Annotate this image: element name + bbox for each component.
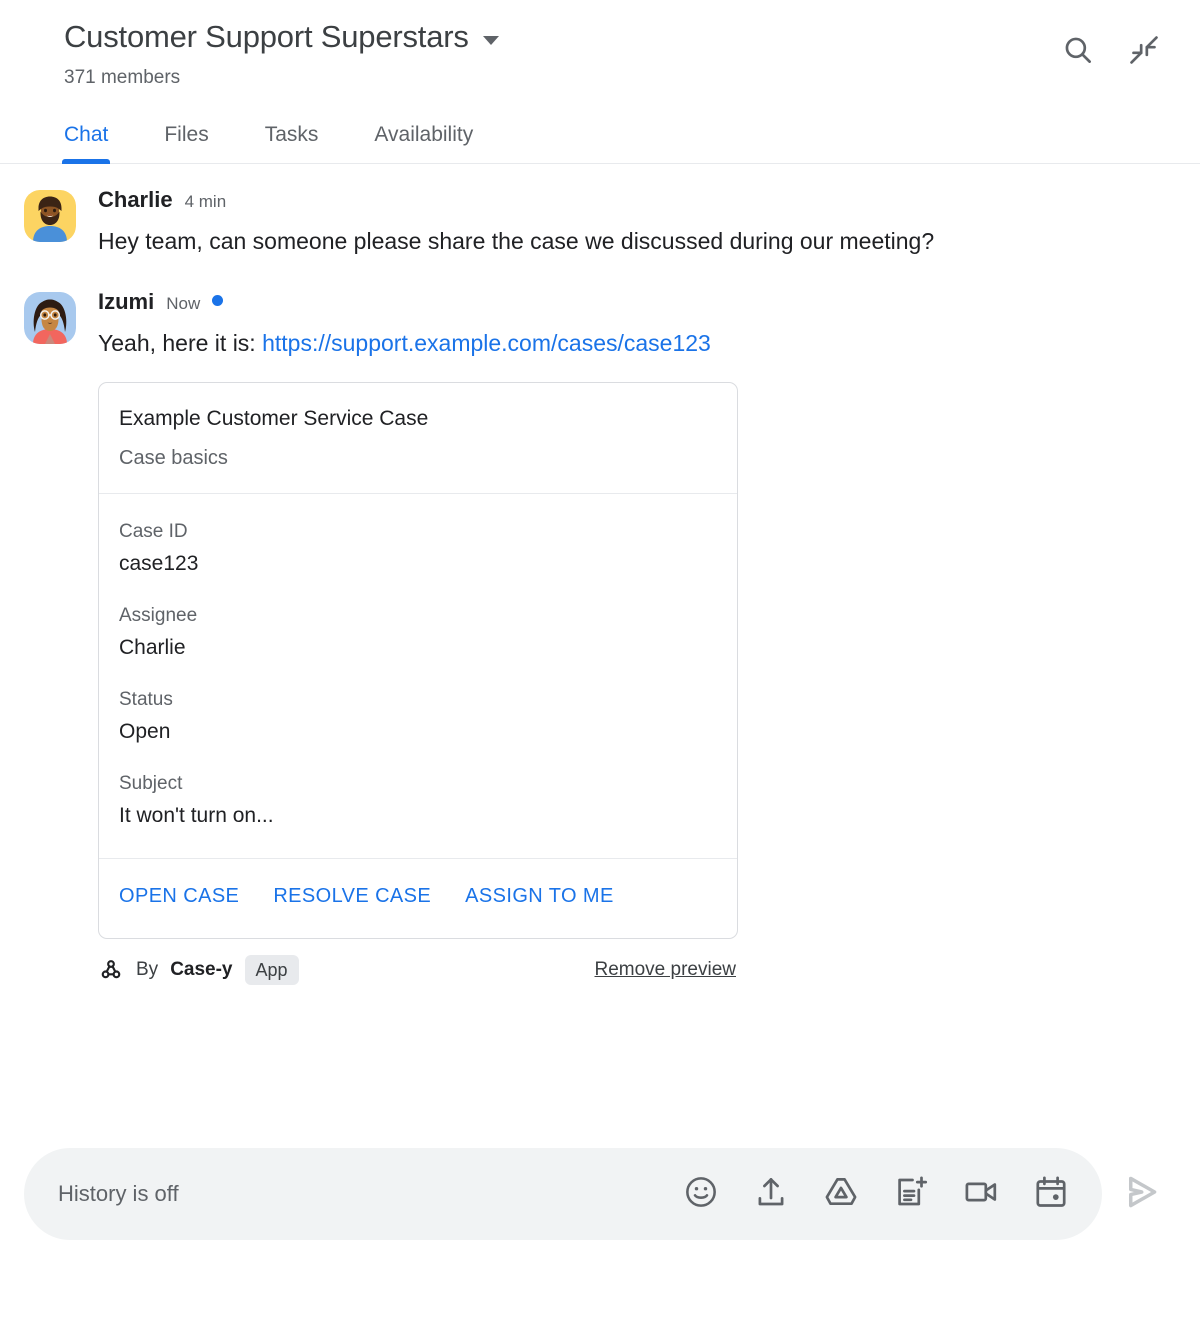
field-case-id: Case ID case123 bbox=[119, 520, 717, 578]
field-label: Subject bbox=[119, 773, 183, 794]
izumi-avatar[interactable] bbox=[24, 292, 76, 344]
chevron-down-icon[interactable] bbox=[482, 35, 499, 45]
tab-tasks[interactable]: Tasks bbox=[237, 123, 347, 163]
remove-preview-link[interactable]: Remove preview bbox=[595, 959, 737, 981]
byline-prefix: By bbox=[136, 959, 159, 980]
field-assignee: Assignee Charlie bbox=[119, 604, 717, 662]
tab-files[interactable]: Files bbox=[136, 123, 236, 163]
app-badge: App bbox=[244, 955, 299, 985]
field-label: Status bbox=[119, 689, 173, 710]
card-actions: OPEN CASE RESOLVE CASE ASSIGN TO ME bbox=[99, 859, 737, 938]
video-icon bbox=[963, 1174, 999, 1215]
app-name: Case-y bbox=[170, 959, 233, 980]
collapse-button[interactable] bbox=[1126, 32, 1162, 68]
send-button[interactable] bbox=[1108, 1161, 1174, 1227]
field-label: Case ID bbox=[119, 521, 188, 542]
new-doc-button[interactable] bbox=[890, 1173, 932, 1215]
header-actions bbox=[1060, 18, 1176, 68]
card-header: Example Customer Service Case Case basic… bbox=[99, 383, 737, 494]
message-author[interactable]: Izumi bbox=[98, 288, 154, 316]
tab-chat[interactable]: Chat bbox=[36, 123, 136, 164]
member-count: 371 members bbox=[64, 67, 181, 88]
send-icon bbox=[1119, 1170, 1163, 1219]
message-text: Hey team, can someone please share the c… bbox=[98, 228, 935, 254]
message-text-prefix: Yeah, here it is: bbox=[98, 330, 263, 356]
card-subtitle: Case basics bbox=[119, 447, 228, 469]
chat-space-panel: Customer Support Superstars 371 members bbox=[0, 0, 1200, 1336]
message-author[interactable]: Charlie bbox=[98, 186, 173, 214]
message-text: Yeah, here it is: https://support.exampl… bbox=[98, 322, 998, 364]
case-preview-card: Example Customer Service Case Case basic… bbox=[98, 382, 738, 939]
field-value: Charlie bbox=[119, 636, 186, 659]
message-input-container[interactable]: History is off bbox=[24, 1148, 1102, 1240]
field-value: case123 bbox=[119, 552, 199, 575]
card-title: Example Customer Service Case bbox=[119, 407, 429, 430]
field-value: Open bbox=[119, 720, 171, 743]
case-link[interactable]: https://support.example.com/cases/case12… bbox=[262, 330, 711, 356]
message-item: Izumi Now Yeah, here it is: https://supp… bbox=[24, 288, 1176, 985]
message-timestamp: 4 min bbox=[184, 192, 227, 211]
page-title: Customer Support Superstars bbox=[64, 19, 469, 54]
field-label: Assignee bbox=[119, 605, 198, 626]
drive-button[interactable] bbox=[820, 1173, 862, 1215]
card-footer: By Case-y App Remove preview bbox=[98, 955, 738, 985]
upload-button[interactable] bbox=[750, 1173, 792, 1215]
field-subject: Subject It won't turn on... bbox=[119, 772, 717, 830]
assign-to-me-button[interactable]: ASSIGN TO ME bbox=[465, 885, 614, 908]
upload-icon bbox=[753, 1174, 789, 1215]
drive-icon bbox=[823, 1174, 859, 1215]
emoji-icon bbox=[683, 1174, 719, 1215]
message-item: Charlie 4 min Hey team, can someone plea… bbox=[24, 186, 1176, 262]
tab-availability[interactable]: Availability bbox=[346, 123, 501, 163]
calendar-button[interactable] bbox=[1030, 1173, 1072, 1215]
field-value: It won't turn on... bbox=[119, 804, 274, 827]
collapse-arrows-icon bbox=[1127, 33, 1161, 67]
new-doc-icon bbox=[893, 1174, 929, 1215]
video-button[interactable] bbox=[960, 1173, 1002, 1215]
composer-bar: History is off bbox=[24, 1148, 1200, 1240]
composer-tools bbox=[680, 1173, 1072, 1215]
card-byline: By Case-y App bbox=[98, 955, 299, 985]
resolve-case-button[interactable]: RESOLVE CASE bbox=[273, 885, 431, 908]
webhook-icon bbox=[98, 957, 124, 983]
open-case-button[interactable]: OPEN CASE bbox=[119, 885, 239, 908]
calendar-icon bbox=[1033, 1174, 1069, 1215]
unread-dot-icon bbox=[212, 295, 224, 306]
search-button[interactable] bbox=[1060, 32, 1096, 68]
search-icon bbox=[1061, 33, 1095, 67]
space-tabs: Chat Files Tasks Availability bbox=[0, 112, 1200, 164]
field-status: Status Open bbox=[119, 688, 717, 746]
card-fields: Case ID case123 Assignee Charlie Status … bbox=[99, 494, 737, 859]
space-header: Customer Support Superstars 371 members bbox=[0, 0, 1200, 90]
emoji-button[interactable] bbox=[680, 1173, 722, 1215]
message-list: Charlie 4 min Hey team, can someone plea… bbox=[0, 164, 1200, 985]
charlie-avatar[interactable] bbox=[24, 190, 76, 242]
message-timestamp: Now bbox=[166, 294, 201, 313]
message-input[interactable]: History is off bbox=[58, 1180, 680, 1208]
